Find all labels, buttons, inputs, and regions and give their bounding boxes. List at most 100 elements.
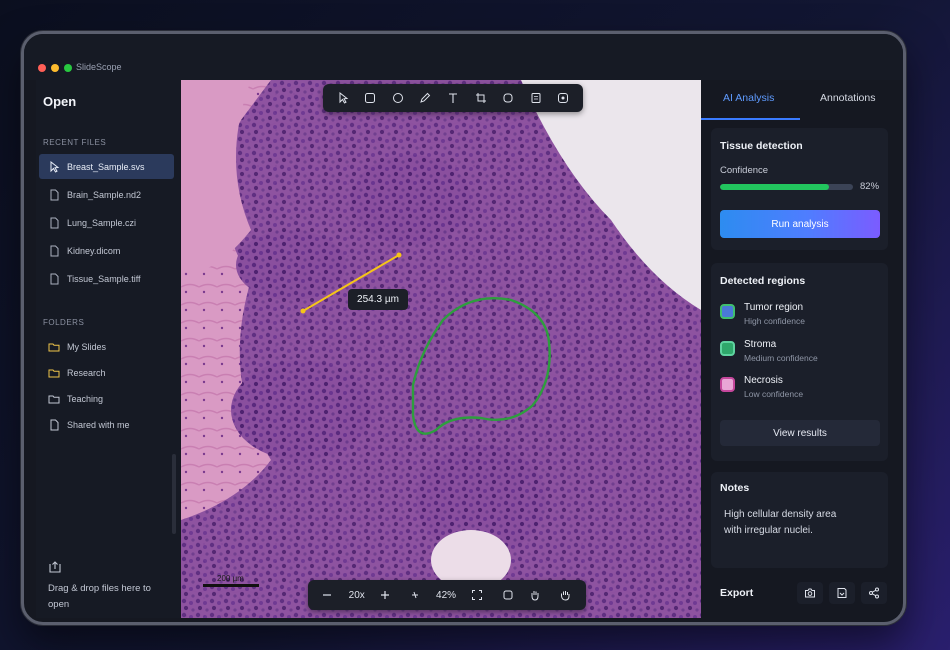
- hand-icon: [531, 591, 539, 601]
- magnification-value[interactable]: 20x: [339, 580, 374, 610]
- text-tool[interactable]: [445, 90, 461, 106]
- reset-icon: [411, 591, 418, 599]
- notes-card: Notes High cellular density area with ir…: [711, 472, 888, 568]
- sidebar-scrollbar[interactable]: [172, 454, 176, 534]
- notes-text[interactable]: High cellular density area with irregula…: [724, 507, 844, 538]
- file-item-lung-sample[interactable]: Lung_Sample.czi: [39, 210, 174, 235]
- rectangle-tool[interactable]: [362, 90, 378, 106]
- detected-regions-title: Detected regions: [720, 275, 806, 287]
- ellipse-icon: [392, 93, 403, 103]
- folders-heading: FOLDERS: [43, 318, 85, 327]
- pen-icon: [420, 92, 431, 103]
- rectangle-icon: [365, 93, 376, 103]
- crop-tool[interactable]: [473, 90, 489, 106]
- panel-tabs: AI Analysis Annotations: [701, 80, 900, 120]
- recent-files-heading: RECENT FILES: [43, 138, 107, 147]
- pan-button[interactable]: [520, 580, 551, 610]
- share-button[interactable]: [861, 582, 887, 604]
- file-item-breast-sample[interactable]: Breast_Sample.svs: [39, 154, 174, 179]
- run-analysis-button[interactable]: Run analysis: [720, 210, 880, 238]
- tissue-image: [181, 80, 701, 618]
- close-window-button[interactable]: [38, 64, 46, 72]
- confidence-value: 82%: [860, 181, 880, 192]
- file-dropzone[interactable]: Drag & drop files here to open: [48, 560, 173, 613]
- file-icon: [48, 217, 60, 229]
- folder-icon: [48, 341, 60, 353]
- export-label: Export: [720, 587, 754, 599]
- folder-item-research[interactable]: Research: [39, 362, 174, 384]
- region-swatch: [720, 341, 735, 356]
- pen-tool[interactable]: [417, 90, 433, 106]
- grab-button[interactable]: [551, 580, 580, 610]
- dropzone-text: Drag & drop files here to open: [48, 583, 151, 610]
- minus-icon: [322, 594, 331, 596]
- pointer-tool[interactable]: [335, 90, 351, 106]
- fit-screen-button[interactable]: [458, 580, 497, 610]
- file-item-tissue-sample[interactable]: Tissue_Sample.tiff: [39, 266, 174, 291]
- title-bar: SlideScope: [24, 34, 903, 80]
- file-item-kidney[interactable]: Kidney.dicom: [39, 238, 174, 263]
- file-sidebar: Open RECENT FILES Breast_Sample.svs Brai…: [36, 80, 180, 618]
- zoom-out-button[interactable]: [314, 580, 339, 610]
- note-tool[interactable]: [528, 90, 544, 106]
- sidebar-title: Open: [43, 94, 77, 109]
- confidence-label: Confidence: [720, 165, 769, 176]
- region-swatch: [720, 304, 735, 319]
- app-title: SlideScope: [76, 62, 122, 72]
- file-pointer-icon: [48, 160, 60, 173]
- export-bar: Export: [711, 578, 888, 608]
- region-tool[interactable]: [555, 90, 571, 106]
- zoom-in-button[interactable]: [374, 580, 395, 610]
- file-icon: [48, 189, 60, 201]
- folder-icon: [48, 393, 60, 405]
- zoom-toolbar: 20x 42%: [308, 580, 586, 610]
- slide-viewer[interactable]: 254.3 µm 200 µm 20x 42%: [181, 80, 701, 618]
- file-item-brain-sample[interactable]: Brain_Sample.nd2: [39, 182, 174, 207]
- note-icon: [531, 93, 541, 103]
- tab-annotations[interactable]: Annotations: [820, 92, 875, 104]
- camera-icon: [805, 588, 815, 598]
- folder-item-teaching[interactable]: Teaching: [39, 388, 174, 410]
- region-icon: [558, 93, 569, 103]
- tab-ai-analysis[interactable]: AI Analysis: [723, 92, 774, 104]
- polygon-icon: [503, 93, 513, 103]
- pointer-icon: [339, 92, 349, 104]
- reset-zoom-button[interactable]: [396, 580, 435, 610]
- tissue-detection-card: Tissue detection Confidence 82% Run anal…: [711, 128, 888, 250]
- screenshot-button[interactable]: [797, 582, 823, 604]
- share-icon: [869, 587, 879, 599]
- minimize-window-button[interactable]: [51, 64, 59, 72]
- ellipse-tool[interactable]: [390, 90, 406, 106]
- detected-regions-card: Detected regions Tumor region High confi…: [711, 263, 888, 461]
- plus-icon: [380, 591, 389, 599]
- analysis-panel: AI Analysis Annotations Tissue detection…: [701, 80, 900, 618]
- save-icon: [837, 588, 847, 598]
- fit-screen-icon: [472, 590, 483, 600]
- folder-item-my-slides[interactable]: My Slides: [39, 336, 174, 358]
- upload-icon: [48, 560, 62, 574]
- region-swatch: [720, 377, 735, 392]
- tissue-detection-title: Tissue detection: [720, 140, 803, 152]
- scale-bar: 200 µm: [203, 574, 259, 587]
- folder-item-shared[interactable]: Shared with me: [39, 414, 174, 436]
- folder-icon: [48, 367, 60, 379]
- shared-file-icon: [48, 419, 60, 431]
- annotation-toolbar: [323, 84, 583, 112]
- file-icon: [48, 245, 60, 257]
- confidence-bar-fill: [720, 184, 830, 190]
- maximize-window-button[interactable]: [64, 64, 72, 72]
- rotate-icon: [503, 590, 513, 600]
- save-button[interactable]: [829, 582, 855, 604]
- zoom-percent: 42%: [436, 589, 457, 601]
- rotate-button[interactable]: [497, 580, 520, 610]
- view-results-button[interactable]: View results: [720, 420, 880, 446]
- text-icon: [448, 93, 457, 103]
- crop-icon: [475, 93, 486, 103]
- notes-title: Notes: [720, 482, 750, 494]
- measurement-label: 254.3 µm: [348, 289, 408, 310]
- confidence-bar: [720, 184, 853, 190]
- file-icon: [48, 273, 60, 285]
- grab-icon: [561, 591, 570, 601]
- active-tab-indicator: [701, 118, 800, 120]
- polygon-tool[interactable]: [500, 90, 516, 106]
